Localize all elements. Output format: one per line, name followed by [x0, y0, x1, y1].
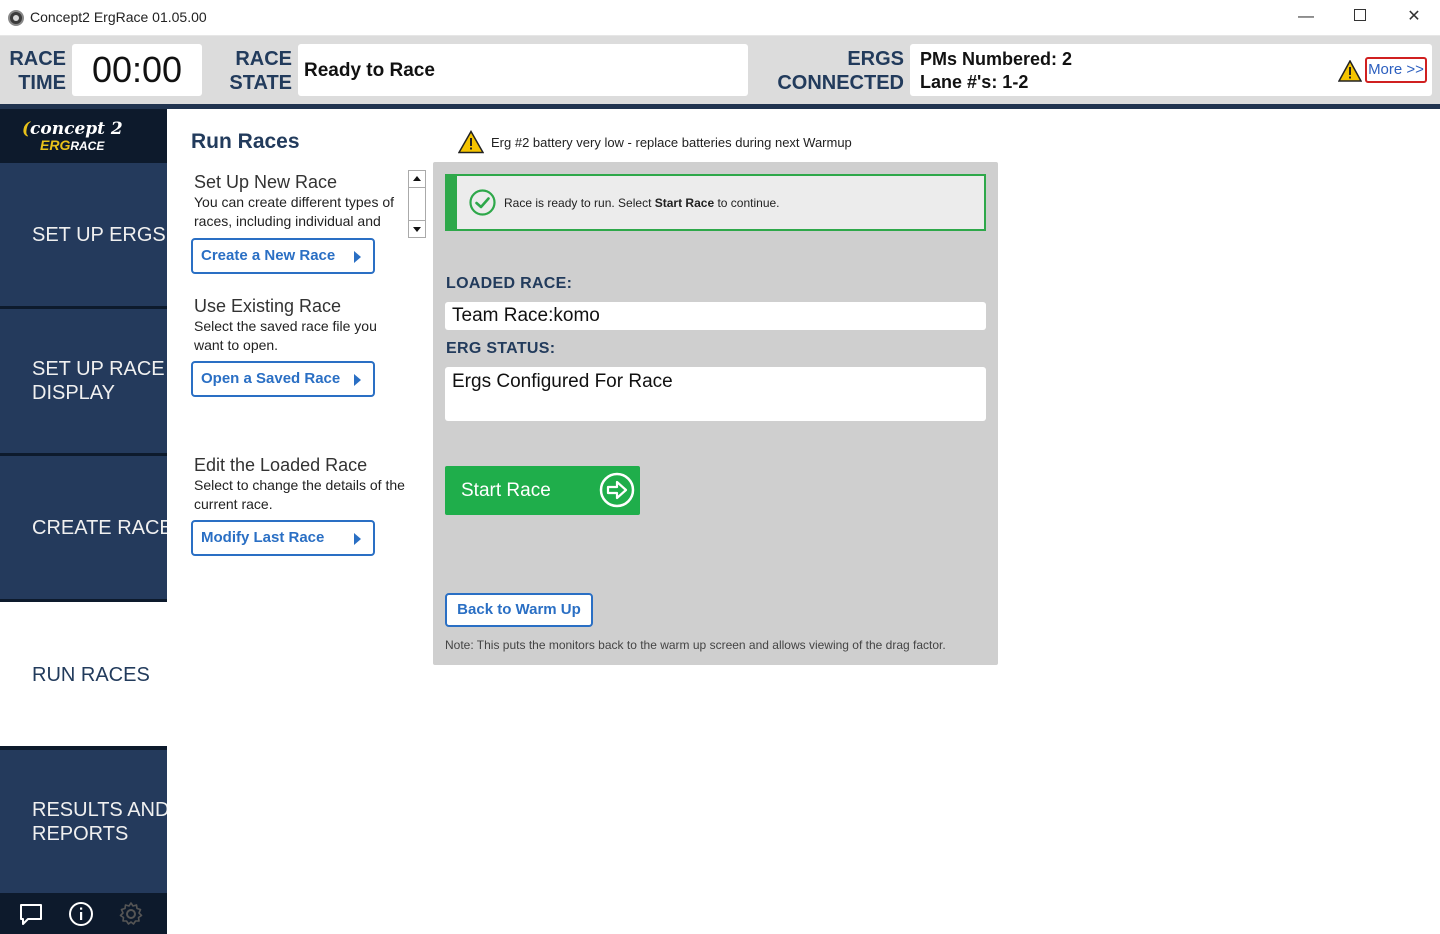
- chevron-right-icon: [354, 533, 361, 545]
- option-desc-set-up-new-race: You can create different types of races,…: [194, 194, 395, 235]
- sidebar-item-label: CREATE RACE: [32, 517, 167, 539]
- lane-numbers: Lane #'s: 1-2: [920, 72, 1029, 92]
- race-time-label: RACE TIME: [9, 48, 66, 94]
- check-circle-icon: [469, 189, 496, 216]
- title-bar: Concept2 ErgRace 01.05.00 — ✕: [0, 0, 1440, 36]
- erg-status-label: ERG STATUS:: [446, 340, 556, 357]
- info-icon[interactable]: [68, 901, 94, 927]
- option-desc-use-existing-race: Select the saved race file you want to o…: [194, 318, 377, 353]
- loaded-race-label: LOADED RACE:: [446, 275, 573, 292]
- create-new-race-button[interactable]: Create a New Race: [191, 238, 375, 274]
- scroll-up-arrow[interactable]: [408, 170, 426, 188]
- warning-triangle-icon: [458, 130, 484, 154]
- ergs-connected-label: ERGS CONNECTED: [777, 48, 904, 94]
- chat-icon[interactable]: [18, 901, 44, 927]
- ergrace-window: Concept2 ErgRace 01.05.00 — ✕ RACE TIME …: [0, 0, 1440, 934]
- minimize-button[interactable]: —: [1279, 0, 1333, 36]
- window-title: Concept2 ErgRace 01.05.00: [30, 9, 207, 25]
- erg-status-field: Ergs Configured For Race: [445, 367, 986, 421]
- race-ready-notice: Race is ready to run. Select Start Race …: [445, 174, 986, 231]
- race-status-bar: RACE TIME RACE STATE ERGS CONNECTED: [0, 36, 1440, 104]
- sidebar-item-label-line2: DISPLAY: [32, 382, 115, 404]
- sidebar-item-label: SET UP ERGS: [32, 224, 166, 246]
- option-title-use-existing-race: Use Existing Race: [194, 296, 342, 316]
- logo-race-text: RACE: [70, 139, 105, 153]
- concept2-ergrace-logo: (concept 2 ERGRACE: [0, 109, 167, 163]
- scrollbar-track[interactable]: [408, 188, 426, 220]
- race-state-label: RACE STATE: [229, 48, 292, 94]
- status-divider: [0, 104, 1440, 109]
- sidebar-item-set-up-ergs[interactable]: SET UP ERGS: [0, 163, 167, 306]
- more-button[interactable]: More >>: [1365, 57, 1427, 83]
- loaded-race-field: Team Race:komo: [445, 302, 986, 330]
- sidebar-item-label: SET UP RACE: [32, 358, 165, 380]
- scroll-down-arrow[interactable]: [408, 220, 426, 238]
- race-ready-text: Race is ready to run. Select Start Race …: [504, 196, 780, 210]
- maximize-icon: [1354, 9, 1366, 22]
- race-time-value: 00:00: [91, 49, 183, 90]
- sidebar-item-set-up-race-display[interactable]: SET UP RACE DISPLAY: [0, 309, 167, 453]
- maximize-button[interactable]: [1333, 0, 1387, 36]
- sidebar: (concept 2 ERGRACE SET UP ERGS SET UP RA…: [0, 109, 167, 934]
- app-logo-icon: [8, 10, 24, 26]
- start-race-button[interactable]: Start Race: [445, 466, 640, 515]
- close-button[interactable]: ✕: [1387, 0, 1440, 36]
- battery-warning-text: Erg #2 battery very low - replace batter…: [491, 135, 852, 150]
- sidebar-item-label: RESULTS AND: [32, 799, 167, 821]
- back-to-warm-up-button[interactable]: Back to Warm Up: [445, 593, 593, 627]
- open-saved-race-button[interactable]: Open a Saved Race: [191, 361, 375, 397]
- modify-last-race-button[interactable]: Modify Last Race: [191, 520, 375, 556]
- sidebar-item-label-line2: REPORTS: [32, 823, 129, 845]
- warm-up-note: Note: This puts the monitors back to the…: [445, 638, 946, 652]
- sidebar-item-run-races[interactable]: RUN RACES: [0, 602, 167, 746]
- sidebar-item-results-and-reports[interactable]: RESULTS AND REPORTS: [0, 750, 167, 893]
- sidebar-footer: [0, 893, 167, 934]
- option-title-set-up-new-race: Set Up New Race: [194, 172, 338, 192]
- sidebar-item-create-race[interactable]: CREATE RACE: [0, 456, 167, 599]
- sidebar-item-label: RUN RACES: [32, 664, 150, 686]
- warning-triangle-icon: [1338, 60, 1362, 82]
- gear-icon[interactable]: [118, 901, 144, 927]
- option-desc-edit-loaded-race: Select to change the details of the curr…: [194, 477, 405, 512]
- chevron-right-icon: [354, 251, 361, 263]
- arrow-circle-right-icon: [599, 472, 635, 508]
- race-state-value: Ready to Race: [304, 60, 435, 81]
- logo-erg-text: ERG: [40, 137, 71, 153]
- option-title-edit-loaded-race: Edit the Loaded Race: [194, 455, 368, 475]
- page-title: Run Races: [191, 130, 300, 153]
- logo-brand-text: concept 2: [30, 119, 123, 139]
- chevron-right-icon: [354, 374, 361, 386]
- pms-numbered: PMs Numbered: 2: [920, 49, 1073, 69]
